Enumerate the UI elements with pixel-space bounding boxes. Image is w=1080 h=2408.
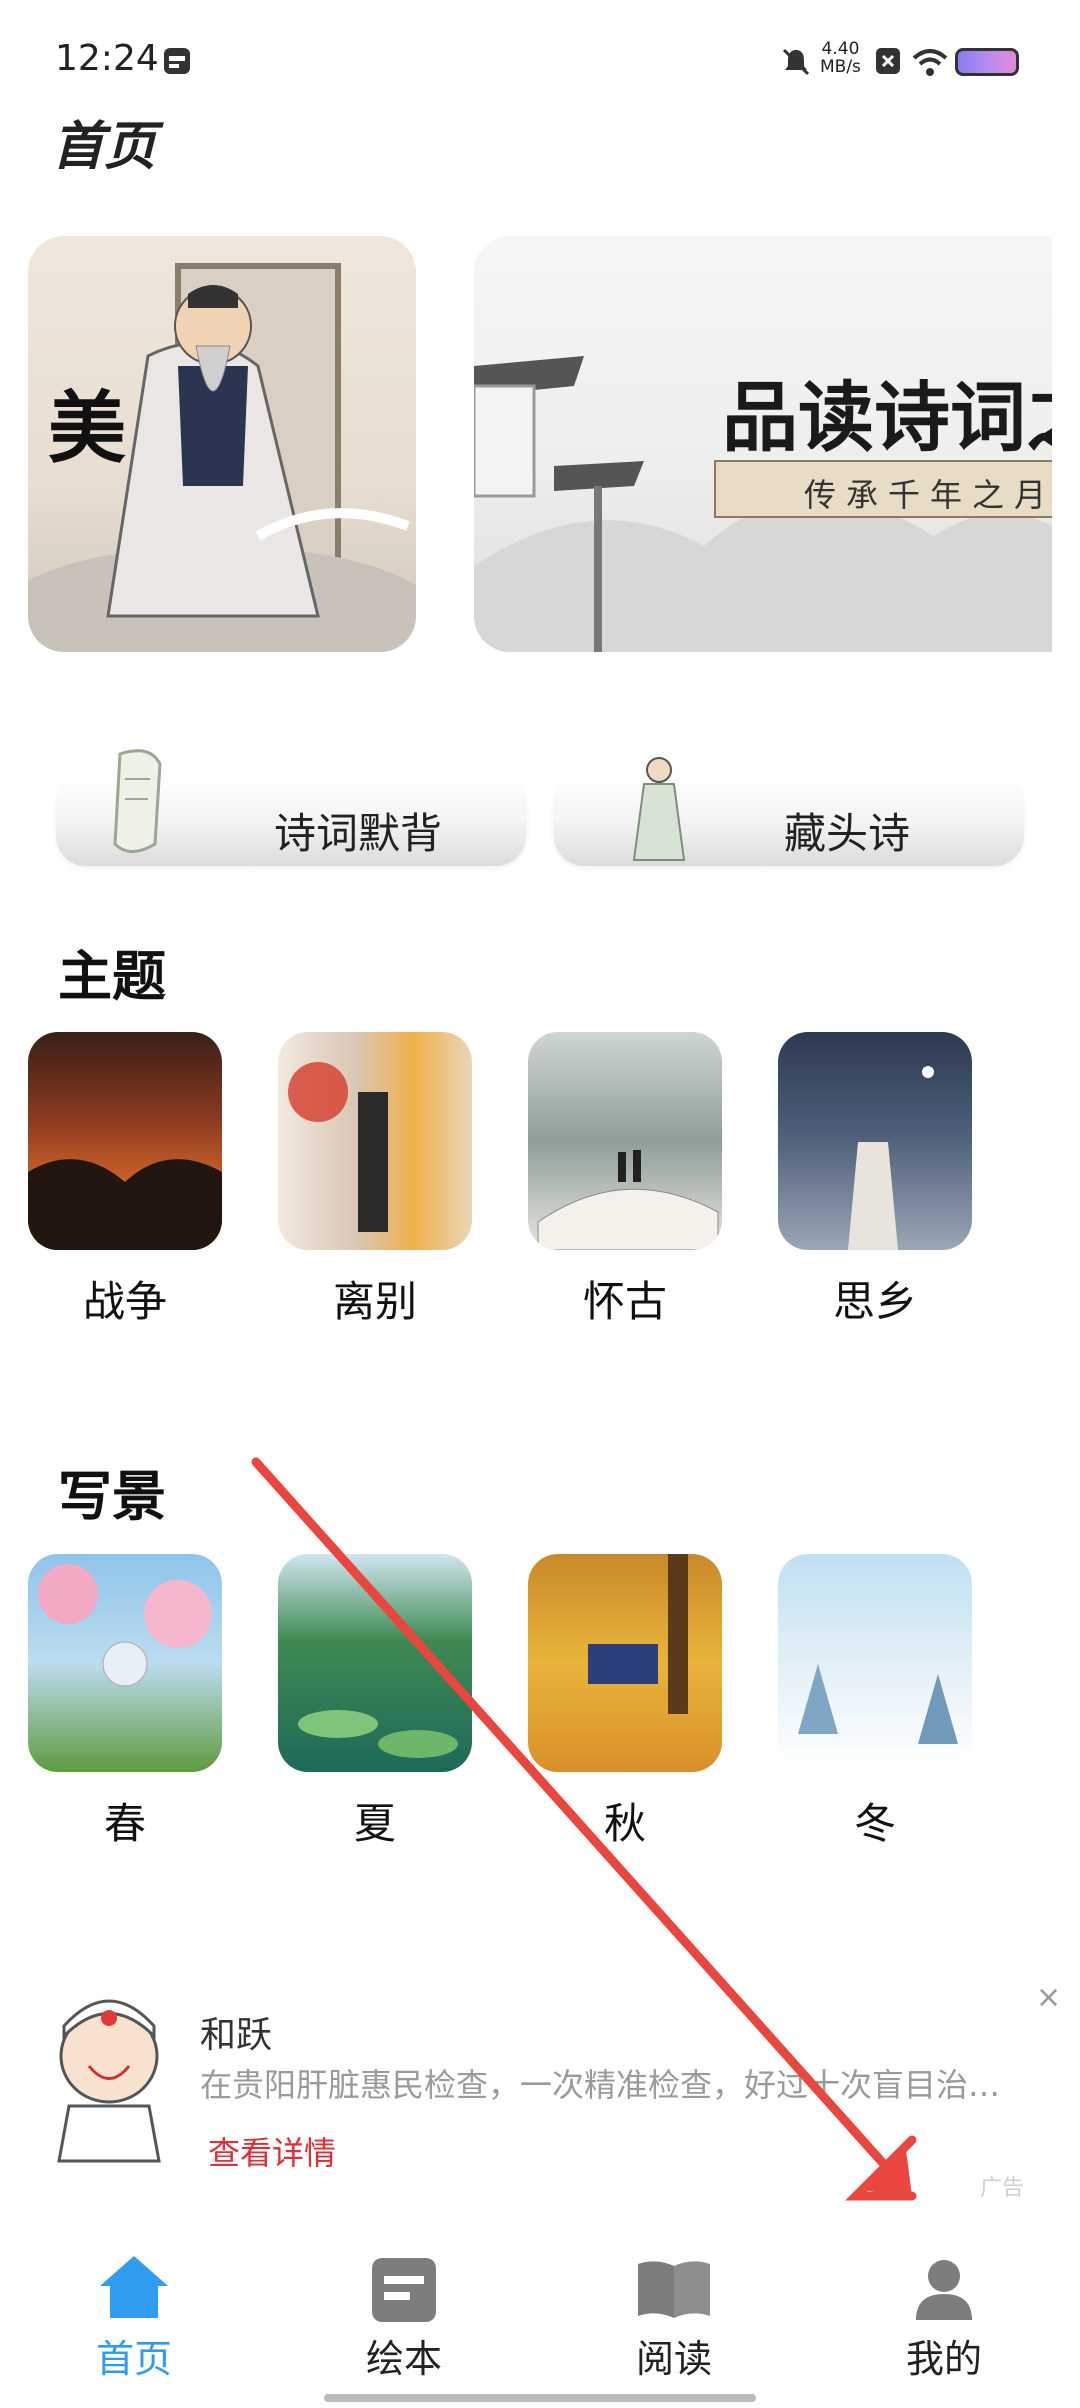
poet-figure-icon xyxy=(632,757,686,861)
home-indicator[interactable] xyxy=(324,2394,756,2402)
banner-sage[interactable]: 美 xyxy=(28,236,416,652)
scenery-label-summer: 夏 xyxy=(353,1799,396,1848)
theme-tile-homesick[interactable] xyxy=(778,1032,972,1250)
ad-details-link[interactable]: 查看详情 xyxy=(208,2128,336,2174)
scenery-tile-autumn[interactable] xyxy=(528,1554,722,1772)
status-time: 12:24 xyxy=(55,38,159,79)
net-speed-value: 4.40 xyxy=(821,39,860,59)
scenery-label-autumn: 秋 xyxy=(603,1799,646,1848)
wifi-icon xyxy=(912,49,948,76)
sim-off-icon xyxy=(876,48,900,74)
section-title-themes: 主题 xyxy=(58,945,166,1008)
scroll-icon xyxy=(113,749,162,853)
war-image xyxy=(28,1159,222,1250)
doctor-mascot-icon xyxy=(57,1999,161,2163)
mute-icon xyxy=(782,48,810,76)
spring-image xyxy=(38,1564,212,1687)
calendar-icon xyxy=(164,48,190,74)
ad-tag: 广告 xyxy=(980,2176,1025,2201)
quick-entry-label: 藏头诗 xyxy=(784,809,911,858)
homesick-image xyxy=(848,1066,934,1250)
banner-poetry[interactable]: 品读诗词之 传承千年之月 xyxy=(474,236,1052,652)
book-icon xyxy=(638,2261,710,2318)
nav-home-label: 首页 xyxy=(95,2337,172,2381)
theme-tile-nostalgia-history[interactable] xyxy=(528,1032,722,1250)
profile-icon xyxy=(916,2260,972,2320)
ad-close-button[interactable]: × xyxy=(1036,1980,1061,2015)
history-image xyxy=(537,1150,719,1250)
scenery-tile-summer[interactable] xyxy=(278,1554,472,1772)
quick-entry-acrostic[interactable]: 藏头诗 xyxy=(554,757,1024,866)
quick-entry-label: 诗词默背 xyxy=(274,809,443,858)
page-title: 首页 xyxy=(52,117,157,177)
theme-label-farewell: 离别 xyxy=(332,1277,417,1326)
home-icon xyxy=(100,2256,168,2318)
battery-icon xyxy=(955,48,1019,76)
nav-picture-book-label: 绘本 xyxy=(365,2337,442,2381)
theme-tile-war[interactable] xyxy=(28,1032,222,1250)
scenery-tile-winter[interactable] xyxy=(778,1554,972,1772)
scenery-label-spring: 春 xyxy=(103,1799,146,1848)
scenery-tile-spring[interactable] xyxy=(28,1554,222,1772)
nav-read-label: 阅读 xyxy=(635,2337,712,2381)
picture-book-icon xyxy=(372,2258,436,2322)
scenery-label-winter: 冬 xyxy=(853,1799,896,1848)
winter-image xyxy=(798,1664,958,1744)
banner-poetry-title: 品读诗词之 xyxy=(722,373,1052,462)
theme-label-history: 怀古 xyxy=(582,1277,667,1326)
ad-name: 和跃 xyxy=(200,2015,273,2056)
theme-label-war: 战争 xyxy=(82,1277,167,1326)
ad-description: 在贵阳肝脏惠民检查，一次精准检查，好过十次盲目治… xyxy=(200,2066,1001,2104)
section-title-scenery: 写景 xyxy=(58,1465,166,1528)
farewell-image xyxy=(288,1062,388,1232)
banner-poetry-subtitle: 传承千年之月 xyxy=(804,476,1052,514)
quick-entry-recite[interactable]: 诗词默背 xyxy=(56,749,526,866)
net-speed: 4.40 MB/s xyxy=(820,40,861,76)
nav-profile-label: 我的 xyxy=(905,2337,982,2381)
autumn-image xyxy=(588,1554,688,1714)
summer-image xyxy=(298,1710,458,1758)
banner-sage-char: 美 xyxy=(48,384,127,474)
theme-label-homesick: 思乡 xyxy=(832,1277,917,1326)
net-speed-unit: MB/s xyxy=(820,57,861,77)
theme-tile-farewell[interactable] xyxy=(278,1032,472,1250)
